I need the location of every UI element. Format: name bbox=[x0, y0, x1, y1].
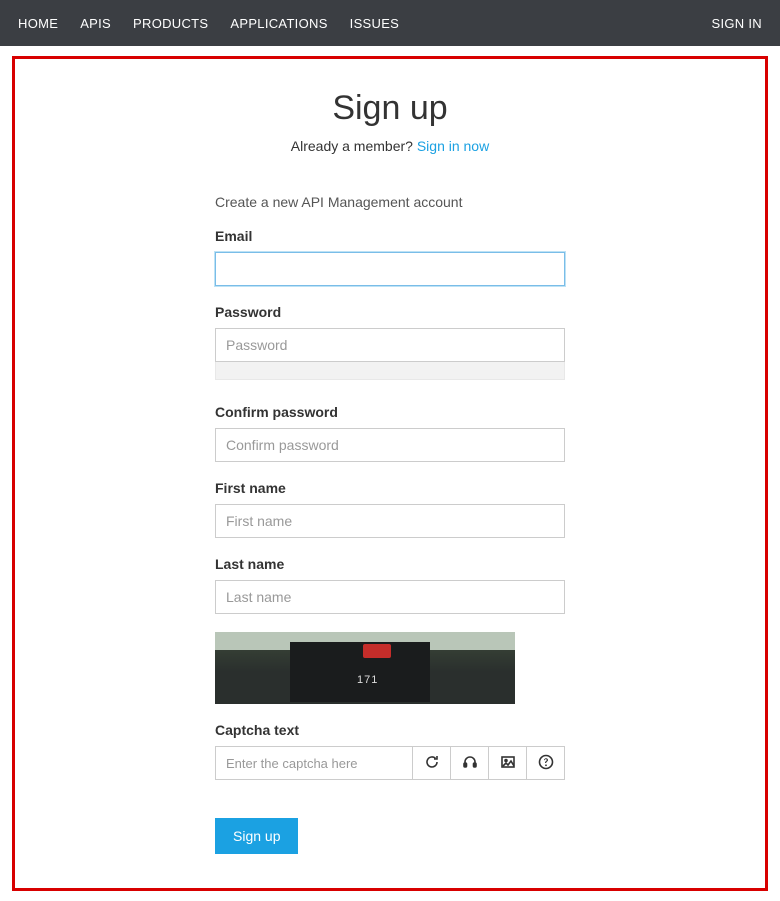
nav-products[interactable]: PRODUCTS bbox=[133, 16, 208, 31]
captcha-image-button[interactable] bbox=[489, 746, 527, 780]
headphones-icon bbox=[462, 754, 478, 773]
captcha-input[interactable] bbox=[215, 746, 413, 780]
captcha-image: 171 bbox=[215, 632, 515, 704]
nav-home[interactable]: HOME bbox=[18, 16, 58, 31]
field-email: Email bbox=[215, 228, 565, 286]
password-input[interactable] bbox=[215, 328, 565, 362]
captcha-refresh-button[interactable] bbox=[413, 746, 451, 780]
field-last-name: Last name bbox=[215, 556, 565, 614]
signup-button[interactable]: Sign up bbox=[215, 818, 298, 854]
field-captcha: Captcha text bbox=[215, 722, 565, 780]
captcha-audio-button[interactable] bbox=[451, 746, 489, 780]
nav-issues[interactable]: ISSUES bbox=[350, 16, 399, 31]
last-name-label: Last name bbox=[215, 556, 565, 572]
refresh-icon bbox=[424, 754, 440, 773]
page-title: Sign up bbox=[35, 89, 745, 128]
nav-left: HOME APIS PRODUCTS APPLICATIONS ISSUES bbox=[18, 16, 399, 31]
nav-signin[interactable]: SIGN IN bbox=[712, 16, 763, 31]
field-first-name: First name bbox=[215, 480, 565, 538]
email-label: Email bbox=[215, 228, 565, 244]
image-icon bbox=[500, 754, 516, 773]
first-name-input[interactable] bbox=[215, 504, 565, 538]
help-icon bbox=[538, 754, 554, 773]
captcha-help-button[interactable] bbox=[527, 746, 565, 780]
password-strength-bar bbox=[215, 362, 565, 380]
nav-apis[interactable]: APIS bbox=[80, 16, 111, 31]
form-description: Create a new API Management account bbox=[215, 194, 565, 210]
email-input[interactable] bbox=[215, 252, 565, 286]
subtitle: Already a member? Sign in now bbox=[35, 138, 745, 154]
signup-form: Create a new API Management account Emai… bbox=[215, 194, 565, 854]
subtitle-text: Already a member? bbox=[291, 138, 417, 154]
confirm-password-label: Confirm password bbox=[215, 404, 565, 420]
field-password: Password bbox=[215, 304, 565, 380]
confirm-password-input[interactable] bbox=[215, 428, 565, 462]
top-navbar: HOME APIS PRODUCTS APPLICATIONS ISSUES S… bbox=[0, 0, 780, 46]
field-confirm-password: Confirm password bbox=[215, 404, 565, 462]
nav-applications[interactable]: APPLICATIONS bbox=[230, 16, 327, 31]
captcha-image-text: 171 bbox=[357, 674, 378, 686]
password-label: Password bbox=[215, 304, 565, 320]
first-name-label: First name bbox=[215, 480, 565, 496]
captcha-label: Captcha text bbox=[215, 722, 565, 738]
last-name-input[interactable] bbox=[215, 580, 565, 614]
signin-link[interactable]: Sign in now bbox=[417, 138, 489, 154]
highlighted-panel: Sign up Already a member? Sign in now Cr… bbox=[12, 56, 768, 891]
